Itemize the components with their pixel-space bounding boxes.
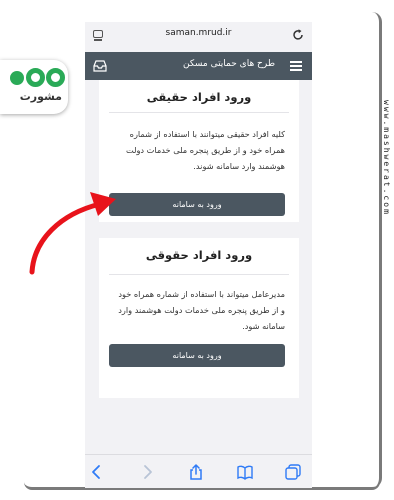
browser-toolbar xyxy=(85,454,312,488)
tab-overview-icon[interactable] xyxy=(91,28,107,42)
card-description: مدیرعامل میتواند با استفاده از شماره همر… xyxy=(118,289,285,331)
forward-icon[interactable] xyxy=(139,464,155,480)
watermark-site-text: www.mashwerat.com xyxy=(382,100,391,216)
tabs-icon[interactable] xyxy=(285,464,301,480)
card-description: کلیه افراد حقیقی میتوانند با استفاده از … xyxy=(125,129,285,171)
logo-ring xyxy=(46,68,65,87)
logo-ring xyxy=(26,68,45,87)
screenshot-frame: www.mashwerat.com مشورت saman.mrud.ir طر… xyxy=(0,0,394,500)
url-bar[interactable]: saman.mrud.ir xyxy=(85,22,312,52)
card-divider xyxy=(109,112,289,113)
red-arrow-annotation xyxy=(29,192,116,275)
card-title: ورود افراد حقیقی xyxy=(146,90,252,104)
navbar-title: طرح های حمایتی مسکن xyxy=(183,59,275,69)
back-icon[interactable] xyxy=(89,464,105,480)
site-navbar: طرح های حمایتی مسکن xyxy=(85,52,312,80)
reload-icon[interactable] xyxy=(291,28,305,42)
bookmarks-icon[interactable] xyxy=(237,464,253,480)
share-icon[interactable] xyxy=(188,464,204,480)
hamburger-menu-icon[interactable] xyxy=(290,61,302,71)
watermark-logo: مشورت xyxy=(0,60,68,114)
card-title: ورود افراد حقوقی xyxy=(145,248,253,262)
logo-dot xyxy=(10,71,24,85)
login-button-natural[interactable]: ورود به سامانه xyxy=(109,193,285,216)
card-divider xyxy=(109,274,289,275)
inbox-icon[interactable] xyxy=(93,60,107,72)
login-button-legal[interactable]: ورود به سامانه xyxy=(109,344,285,367)
url-text[interactable]: saman.mrud.ir xyxy=(125,28,272,38)
logo-text: مشورت xyxy=(19,90,62,103)
